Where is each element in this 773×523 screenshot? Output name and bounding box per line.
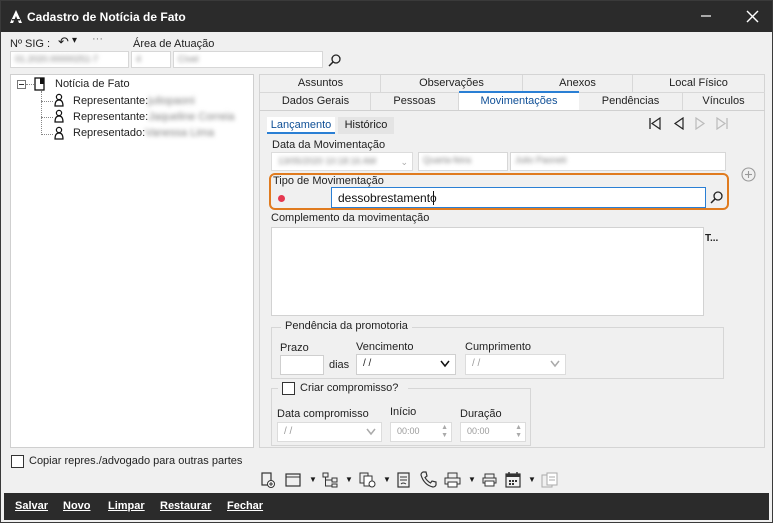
spinner-icon: ▲ ▼	[515, 424, 522, 439]
minimize-icon	[701, 15, 711, 17]
sig-label: Nº SIG :	[10, 38, 51, 50]
fechar-button[interactable]: Fechar	[227, 500, 263, 512]
tab-dados-gerais[interactable]: Dados Gerais	[261, 93, 371, 111]
contract-icon[interactable]	[397, 472, 411, 488]
hierarchy-icon[interactable]	[322, 472, 338, 488]
area-name-field[interactable]: Cível	[173, 51, 323, 68]
close-icon	[746, 10, 758, 23]
prazo-label: Prazo	[280, 342, 309, 354]
weekday-field: Quarta-feira	[418, 152, 508, 171]
user-field: Julio Paoneti	[510, 152, 726, 171]
chevron-down-icon[interactable]: ▼	[383, 475, 391, 484]
calendar-icon[interactable]	[505, 471, 521, 488]
search-icon[interactable]	[328, 54, 341, 67]
last-record-icon[interactable]	[715, 117, 729, 130]
app-logo-icon	[10, 10, 22, 23]
tree-item[interactable]: Representado:Vanessa Lima	[73, 127, 214, 139]
undo-icon[interactable]: ↶	[58, 34, 69, 50]
required-indicator-icon	[278, 195, 285, 202]
cumprimento-picker[interactable]: / /	[465, 354, 566, 375]
limpar-button[interactable]: Limpar	[108, 500, 145, 512]
phone-icon[interactable]	[420, 471, 437, 488]
printer-icon[interactable]	[482, 473, 497, 487]
chevron-down-icon: ⌄	[400, 157, 408, 167]
more-icon[interactable]: ···	[92, 33, 103, 45]
tab-assuntos[interactable]: Assuntos	[261, 75, 381, 93]
tree-item[interactable]: Representante:juliopaoni	[73, 95, 195, 107]
copy-settings-icon[interactable]	[359, 472, 376, 488]
transfer-icon[interactable]	[541, 472, 558, 488]
minimize-button[interactable]	[691, 5, 721, 27]
prazo-input[interactable]	[280, 355, 324, 375]
restaurar-button[interactable]: Restaurar	[160, 500, 211, 512]
add-icon[interactable]	[741, 167, 756, 182]
inicio-label: Início	[390, 406, 417, 418]
first-record-icon[interactable]	[648, 117, 662, 130]
person-icon	[54, 126, 64, 140]
chevron-down-icon[interactable]: ▼	[468, 475, 476, 484]
text-cursor	[433, 191, 434, 205]
salvar-button[interactable]: Salvar	[15, 500, 48, 512]
person-icon	[54, 93, 64, 107]
chevron-down-icon[interactable]: ▼	[528, 475, 536, 484]
complemento-label: Complemento da movimentação	[271, 212, 430, 224]
duracao-label: Duração	[460, 408, 502, 420]
data-compromisso-picker[interactable]: / /	[277, 422, 382, 442]
tree-root-label[interactable]: Notícia de Fato	[55, 78, 130, 90]
previous-record-icon[interactable]	[673, 117, 685, 130]
pendencia-group-label: Pendência da promotoria	[281, 320, 412, 332]
footer-bar: Salvar Novo Limpar Restaurar Fechar	[4, 493, 769, 520]
novo-button[interactable]: Novo	[63, 500, 91, 512]
cumprimento-label: Cumprimento	[465, 341, 532, 353]
parties-tree: Notícia de Fato Representante:juliopaoni…	[10, 74, 254, 448]
vencimento-picker[interactable]: / /	[356, 354, 456, 375]
tab-pendencias[interactable]: Pendências	[579, 93, 683, 111]
text-editor-button[interactable]: T...	[705, 233, 718, 244]
tab-movimentacoes[interactable]: Movimentações	[459, 91, 579, 111]
area-label: Área de Atuação	[133, 38, 215, 50]
subtab-historico[interactable]: Histórico	[338, 117, 394, 134]
collapse-icon[interactable]	[17, 80, 26, 89]
window-title: Cadastro de Notícia de Fato	[27, 10, 186, 24]
data-movimentacao-field[interactable]: 13/05/2020 10:18:16 AM ⌄	[271, 152, 413, 171]
chevron-down-icon[interactable]: ▼	[345, 475, 353, 484]
tipo-movimentacao-input[interactable]: dessobrestamento	[331, 187, 706, 208]
dias-label: dias	[329, 359, 350, 371]
window-icon[interactable]	[285, 472, 301, 488]
chevron-down-icon	[366, 428, 376, 436]
tree-item[interactable]: Representante:Jaqueline Correia	[73, 111, 234, 123]
criar-compromisso-label: Criar compromisso?	[300, 382, 399, 394]
complemento-textarea[interactable]	[271, 227, 704, 316]
area-code-field[interactable]: 4	[131, 51, 171, 68]
tab-pessoas[interactable]: Pessoas	[371, 93, 459, 111]
copy-representatives-checkbox[interactable]	[11, 455, 24, 468]
sig-field[interactable]: 01.2020.00000251-7	[10, 51, 129, 68]
close-button[interactable]	[737, 5, 767, 27]
data-movimentacao-label: Data da Movimentação	[272, 139, 386, 151]
criar-compromisso-checkbox[interactable]	[282, 382, 295, 395]
title-bar: Cadastro de Notícia de Fato	[1, 1, 772, 32]
subtab-lancamento[interactable]: Lançamento	[267, 117, 335, 134]
add-document-icon[interactable]	[260, 472, 276, 488]
search-icon[interactable]	[710, 191, 723, 204]
vencimento-label: Vencimento	[356, 341, 414, 353]
chevron-down-icon[interactable]: ▼	[309, 475, 317, 484]
main-window: Cadastro de Notícia de Fato Nº SIG : ↶ ▾…	[0, 0, 773, 523]
data-compromisso-label: Data compromisso	[277, 408, 369, 420]
chevron-down-icon[interactable]: ▾	[72, 35, 77, 46]
person-icon	[54, 109, 64, 123]
tab-vinculos[interactable]: Vínculos	[683, 93, 764, 111]
chevron-down-icon	[440, 360, 450, 368]
tipo-movimentacao-label: Tipo de Movimentação	[273, 175, 384, 187]
document-icon	[34, 77, 45, 91]
next-record-icon[interactable]	[694, 117, 706, 130]
tab-local-fisico[interactable]: Local Físico	[633, 75, 764, 93]
copy-representatives-label: Copiar repres./advogado para outras part…	[29, 455, 243, 467]
inicio-spinner[interactable]: 00:00 ▲ ▼	[390, 422, 452, 442]
spinner-icon: ▲ ▼	[441, 424, 448, 439]
duracao-spinner[interactable]: 00:00 ▲ ▼	[460, 422, 526, 442]
chevron-down-icon	[550, 360, 560, 368]
print-icon[interactable]	[444, 472, 461, 488]
